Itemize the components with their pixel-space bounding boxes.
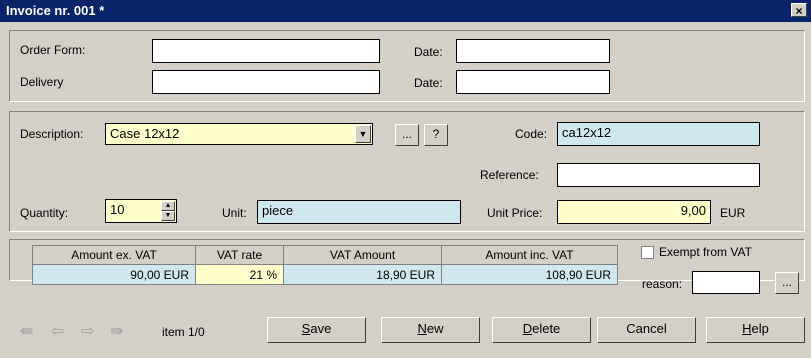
column-header: VAT rate xyxy=(195,245,284,265)
new-button[interactable]: New xyxy=(381,317,480,343)
order-form-label: Order Form: xyxy=(20,43,86,57)
window-title: Invoice nr. 001 * xyxy=(6,3,105,18)
unit-field[interactable]: piece xyxy=(257,200,461,224)
reference-input[interactable] xyxy=(557,163,760,187)
unit-price-input[interactable]: 9,00 xyxy=(557,200,711,224)
last-item-icon[interactable]: ⇛ xyxy=(110,321,123,341)
title-bar: Invoice nr. 001 * × xyxy=(0,0,811,22)
unit-label: Unit: xyxy=(222,206,247,220)
order-form-input[interactable] xyxy=(152,39,380,63)
order-date-label: Date: xyxy=(414,45,443,59)
stepper-up-icon[interactable]: ▲ xyxy=(161,201,175,211)
delivery-input[interactable] xyxy=(152,70,380,94)
description-select[interactable]: Case 12x12 ▼ xyxy=(105,123,373,145)
close-icon[interactable]: × xyxy=(791,3,807,18)
column-header: VAT Amount xyxy=(283,245,442,265)
column-header: Amount inc. VAT xyxy=(441,245,618,265)
reason-label: reason: xyxy=(642,277,683,291)
first-item-icon[interactable]: ⇚ xyxy=(20,321,33,341)
previous-item-icon[interactable]: ⇦ xyxy=(51,321,64,341)
table-row: 90,00 EUR 21 % 18,90 EUR 108,90 EUR xyxy=(32,264,618,285)
vat-table-header: Amount ex. VAT VAT rate VAT Amount Amoun… xyxy=(32,245,618,265)
currency-label: EUR xyxy=(720,206,746,220)
amount-ex-vat-cell: 90,00 EUR xyxy=(32,264,196,285)
description-browse-button[interactable]: ... xyxy=(395,124,419,146)
quantity-stepper[interactable]: 10 ▲ ▼ xyxy=(105,199,177,223)
reference-label: Reference: xyxy=(480,168,539,182)
vat-rate-cell[interactable]: 21 % xyxy=(195,264,284,285)
description-label: Description: xyxy=(20,127,84,141)
vat-amount-cell: 18,90 EUR xyxy=(283,264,442,285)
stepper-down-icon[interactable]: ▼ xyxy=(161,211,175,221)
reason-browse-button[interactable]: ... xyxy=(775,272,799,294)
unit-price-label: Unit Price: xyxy=(487,206,543,220)
column-header: Amount ex. VAT xyxy=(32,245,196,265)
vat-table: Amount ex. VAT VAT rate VAT Amount Amoun… xyxy=(32,245,618,285)
description-help-button[interactable]: ? xyxy=(424,124,448,146)
delivery-date-label: Date: xyxy=(414,76,443,90)
help-button[interactable]: Help xyxy=(706,317,805,343)
code-field[interactable]: ca12x12 xyxy=(557,122,760,146)
next-item-icon[interactable]: ⇨ xyxy=(81,321,94,341)
delivery-date-input[interactable] xyxy=(456,70,610,94)
quantity-value: 10 xyxy=(110,202,125,217)
item-counter: item 1/0 xyxy=(162,325,205,339)
order-panel xyxy=(9,30,805,102)
quantity-label: Quantity: xyxy=(20,206,69,220)
delete-button[interactable]: Delete xyxy=(492,317,591,343)
amount-inc-vat-cell: 108,90 EUR xyxy=(441,264,618,285)
delivery-label: Delivery xyxy=(20,75,64,89)
order-date-input[interactable] xyxy=(456,39,610,63)
exempt-vat-label: Exempt from VAT xyxy=(659,245,752,259)
reason-input[interactable] xyxy=(692,271,760,294)
cancel-button[interactable]: Cancel xyxy=(597,317,696,343)
code-label: Code: xyxy=(515,127,548,141)
exempt-vat-checkbox[interactable] xyxy=(641,246,654,259)
description-value: Case 12x12 xyxy=(110,126,180,141)
save-button[interactable]: Save xyxy=(267,317,366,343)
chevron-down-icon[interactable]: ▼ xyxy=(355,125,371,143)
